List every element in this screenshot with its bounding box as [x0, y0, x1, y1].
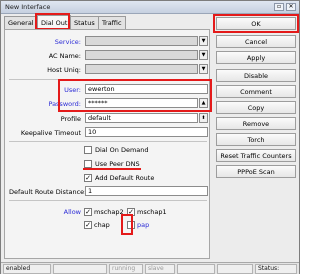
- title-bar: New Interface ▫ ✕: [1, 1, 299, 14]
- copy-button[interactable]: Copy: [216, 101, 296, 114]
- use-peer-dns-checkbox[interactable]: [84, 160, 92, 168]
- status-label: Status:: [255, 264, 297, 274]
- pap-label: pap: [137, 221, 150, 229]
- status-slave: slave: [145, 264, 175, 274]
- keepalive-input[interactable]: 10: [85, 127, 208, 137]
- window-controls: ▫ ✕: [274, 3, 296, 11]
- chap-label: chap: [94, 221, 110, 229]
- tab-traffic[interactable]: Traffic: [98, 16, 126, 29]
- keepalive-label: Keepalive Timeout: [20, 129, 81, 137]
- service-dropdown-icon[interactable]: ▼: [199, 36, 208, 46]
- tab-dial-out[interactable]: Dial Out: [37, 15, 72, 29]
- divider: [9, 79, 207, 80]
- close-icon[interactable]: ✕: [286, 3, 296, 11]
- disable-button[interactable]: Disable: [216, 69, 296, 82]
- default-route-distance-label: Default Route Distance:: [9, 188, 87, 196]
- reset-traffic-counters-button[interactable]: Reset Traffic Counters: [216, 149, 296, 162]
- tab-status[interactable]: Status: [70, 16, 99, 29]
- profile-dropdown-icon[interactable]: ⬍: [199, 113, 208, 123]
- allow-label: Allow: [63, 208, 81, 216]
- ok-button[interactable]: OK: [216, 17, 296, 30]
- add-default-route-label: Add Default Route: [95, 174, 155, 182]
- profile-label: Profile: [60, 115, 81, 123]
- use-peer-dns-underline: [83, 168, 141, 170]
- tab-general[interactable]: General: [4, 16, 38, 29]
- add-default-route-checkbox[interactable]: ✓: [84, 174, 92, 182]
- password-toggle-icon[interactable]: ▲: [199, 98, 208, 108]
- comment-button[interactable]: Comment: [216, 85, 296, 98]
- dial-on-demand-label: Dial On Demand: [95, 146, 149, 154]
- use-peer-dns-label: Use Peer DNS: [95, 160, 140, 168]
- restore-icon[interactable]: ▫: [274, 3, 284, 11]
- torch-button[interactable]: Torch: [216, 133, 296, 146]
- dial-on-demand-checkbox[interactable]: [84, 146, 92, 154]
- divider: [9, 141, 207, 142]
- pppoe-scan-button[interactable]: PPPoE Scan: [216, 165, 296, 178]
- service-label: Service:: [54, 38, 81, 46]
- new-interface-window: New Interface ▫ ✕ General Dial Out Statu…: [0, 0, 300, 274]
- pap-checkbox[interactable]: [127, 221, 135, 229]
- mschap2-checkbox[interactable]: ✓: [84, 208, 92, 216]
- divider: [9, 200, 207, 201]
- user-label: User:: [64, 86, 81, 94]
- cancel-button[interactable]: Cancel: [216, 35, 296, 48]
- status-blank-1: [53, 264, 107, 274]
- apply-button[interactable]: Apply: [216, 51, 296, 64]
- host-uniq-dropdown-icon[interactable]: ▼: [199, 64, 208, 74]
- mschap1-label: mschap1: [137, 208, 167, 216]
- status-blank-3: [217, 264, 253, 274]
- mschap2-label: mschap2: [94, 208, 124, 216]
- profile-select[interactable]: default: [85, 113, 198, 123]
- ac-name-label: AC Name:: [48, 52, 81, 60]
- status-enabled: enabled: [3, 264, 51, 274]
- user-input[interactable]: ewerton: [85, 84, 208, 94]
- ac-name-field[interactable]: [85, 50, 198, 60]
- host-uniq-label: Host Uniq:: [47, 66, 81, 74]
- status-blank-2: [177, 264, 215, 274]
- dial-out-panel: Service: ▼ AC Name: ▼ Host Uniq: ▼ User:…: [4, 29, 212, 259]
- chap-checkbox[interactable]: ✓: [84, 221, 92, 229]
- remove-button[interactable]: Remove: [216, 117, 296, 130]
- service-field[interactable]: [85, 36, 198, 46]
- default-route-distance-input[interactable]: 1: [85, 186, 208, 196]
- password-input[interactable]: ******: [85, 98, 198, 108]
- status-bar: enabled running slave Status:: [1, 262, 299, 274]
- window-title: New Interface: [5, 3, 51, 11]
- mschap1-checkbox[interactable]: ✓: [127, 208, 135, 216]
- password-label: Password:: [48, 100, 81, 108]
- host-uniq-field[interactable]: [85, 64, 198, 74]
- ac-name-dropdown-icon[interactable]: ▼: [199, 50, 208, 60]
- status-running: running: [109, 264, 143, 274]
